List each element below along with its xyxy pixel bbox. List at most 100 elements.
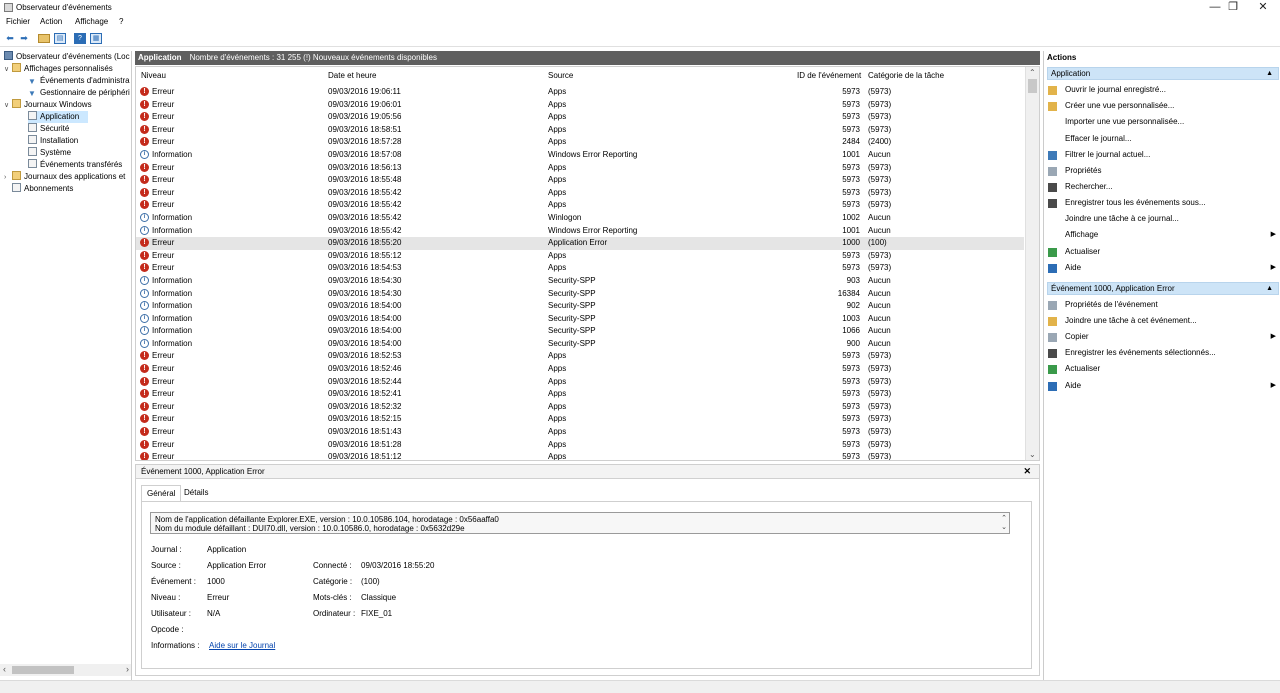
col-source[interactable]: Source <box>548 71 573 80</box>
action-item[interactable]: Filtrer le journal actuel... <box>1048 148 1278 162</box>
help-link[interactable]: Aide sur le Journal <box>209 641 275 650</box>
table-row[interactable]: i Information 09/03/2016 18:54:00 Security-… <box>136 338 1024 351</box>
action-item[interactable]: Joindre une tâche à cet événement... <box>1048 314 1278 328</box>
col-level[interactable]: Niveau <box>141 71 166 80</box>
action-item[interactable]: Aide ▶ <box>1048 261 1278 275</box>
col-event-id[interactable]: ID de l'événement <box>797 71 861 80</box>
table-row[interactable]: ! Erreur 09/03/2016 18:52:44 Apps (5973) 5973 <box>136 376 1024 389</box>
action-item[interactable]: Créer une vue personnalisée... <box>1048 99 1278 113</box>
action-item[interactable]: Joindre une tâche à ce journal... <box>1048 212 1278 226</box>
event-message-box[interactable]: Nom de l'application défaillante Explore… <box>150 512 1010 534</box>
chevron-down-icon[interactable]: ∨ <box>4 100 12 112</box>
scroll-down-icon[interactable]: ⌄ <box>1029 450 1036 459</box>
table-row[interactable]: ! Erreur 09/03/2016 18:58:51 Apps (5973) 5973 <box>136 124 1024 137</box>
menu-help[interactable]: ? <box>119 17 123 26</box>
table-row[interactable]: ! Erreur 09/03/2016 18:51:28 Apps (5973) 5973 <box>136 439 1024 452</box>
menu-fichier[interactable]: Fichier <box>6 17 30 26</box>
col-date[interactable]: Date et heure <box>328 71 376 80</box>
table-row[interactable]: ! Erreur 09/03/2016 19:06:01 Apps (5973) 5973 <box>136 99 1024 112</box>
table-row[interactable]: ! Erreur 09/03/2016 18:55:12 Apps (5973) 5973 <box>136 250 1024 263</box>
close-button[interactable]: ✕ <box>1250 0 1276 15</box>
table-row[interactable]: i Information 09/03/2016 18:54:30 Security-… <box>136 275 1024 288</box>
tree-horizontal-scrollbar[interactable]: ‹ › <box>0 664 131 676</box>
action-item[interactable]: Importer une vue personnalisée... <box>1048 115 1278 129</box>
tree-forwarded[interactable]: Événements transférés <box>28 159 122 171</box>
menu-action[interactable]: Action <box>40 17 62 26</box>
table-row[interactable]: ! Erreur 09/03/2016 18:51:43 Apps (5973) 5973 <box>136 426 1024 439</box>
section-event[interactable]: Événement 1000, Application Error ▲ <box>1047 282 1279 295</box>
col-category[interactable]: Catégorie de la tâche <box>868 71 944 80</box>
chevron-right-icon[interactable]: › <box>4 172 12 184</box>
action-item[interactable]: Propriétés de l'événement <box>1048 298 1278 312</box>
table-row[interactable]: ! Erreur 09/03/2016 18:57:28 Apps (2400) 2484 <box>136 136 1024 149</box>
table-row[interactable]: i Information 09/03/2016 18:55:42 Winlogon A… <box>136 212 1024 225</box>
table-row[interactable]: i Information 09/03/2016 18:54:00 Security-… <box>136 300 1024 313</box>
action-item[interactable]: Affichage ▶ <box>1048 228 1278 242</box>
action-item[interactable]: Actualiser <box>1048 245 1278 259</box>
action-item[interactable]: Rechercher... <box>1048 180 1278 194</box>
scroll-up-icon[interactable]: ⌃ <box>1029 68 1036 77</box>
chevron-down-icon[interactable]: ∨ <box>4 64 12 76</box>
action-item[interactable]: Actualiser <box>1048 362 1278 376</box>
back-arrow-icon[interactable]: ⬅ <box>4 33 16 44</box>
action-item[interactable]: Aide ▶ <box>1048 379 1278 393</box>
list-vertical-scrollbar[interactable]: ⌃ ⌄ <box>1025 67 1039 460</box>
action-item[interactable]: Copier ▶ <box>1048 330 1278 344</box>
tree-application[interactable]: Application <box>28 111 88 123</box>
tree-admin-events[interactable]: ▼ Événements d'administra <box>28 75 130 87</box>
log-icon <box>28 111 37 120</box>
tree-device-manager[interactable]: ▼ Gestionnaire de périphéri <box>28 87 130 99</box>
collapse-icon[interactable]: ▲ <box>1266 283 1273 295</box>
action-pane-icon[interactable]: ▦ <box>90 33 102 44</box>
table-row[interactable]: ! Erreur 09/03/2016 18:52:53 Apps (5973) 5973 <box>136 350 1024 363</box>
table-row[interactable]: ! Erreur 09/03/2016 18:55:48 Apps (5973) 5973 <box>136 174 1024 187</box>
tree-windows-logs[interactable]: ∨ Journaux Windows <box>4 99 92 111</box>
message-scroll-icon[interactable]: ⌃ ⌄ <box>1001 514 1007 532</box>
table-row[interactable]: i Information 09/03/2016 18:54:00 Security-… <box>136 313 1024 326</box>
console-tree-icon[interactable]: ▤ <box>54 33 66 44</box>
scroll-thumb[interactable] <box>1028 79 1037 93</box>
table-row[interactable]: ! Erreur 09/03/2016 19:05:56 Apps (5973) 5973 <box>136 111 1024 124</box>
tab-general[interactable]: Général <box>141 485 182 501</box>
tree-system[interactable]: Système <box>28 147 71 159</box>
maximize-button[interactable]: ❐ <box>1220 0 1246 15</box>
table-row[interactable]: ! Erreur 09/03/2016 19:06:11 Apps (5973) 5973 <box>136 86 1024 99</box>
forward-arrow-icon[interactable]: ➡ <box>18 33 30 44</box>
action-item[interactable]: Enregistrer tous les événements sous... <box>1048 196 1278 210</box>
open-folder-icon[interactable] <box>38 34 50 43</box>
table-row[interactable]: i Information 09/03/2016 18:57:08 Windows E… <box>136 149 1024 162</box>
table-row[interactable]: ! Erreur 09/03/2016 18:52:32 Apps (5973) 5973 <box>136 401 1024 414</box>
tree-app-logs[interactable]: › Journaux des applications et <box>4 171 125 183</box>
tree-subscriptions[interactable]: Abonnements <box>12 183 73 195</box>
tree-setup[interactable]: Installation <box>28 135 78 147</box>
table-row[interactable]: ! Erreur 09/03/2016 18:56:13 Apps (5973) 5973 <box>136 162 1024 175</box>
help-icon[interactable]: ? <box>74 33 86 44</box>
table-row[interactable]: ! Erreur 09/03/2016 18:51:12 Apps (5973) 5973 <box>136 451 1024 460</box>
table-row[interactable]: ! Erreur 09/03/2016 18:52:15 Apps (5973) 5973 <box>136 413 1024 426</box>
tree-custom-views[interactable]: ∨ Affichages personnalisés <box>4 63 113 75</box>
scroll-right-icon[interactable]: › <box>126 664 129 674</box>
table-row[interactable]: i Information 09/03/2016 18:54:00 Security-… <box>136 325 1024 338</box>
table-row[interactable]: i Information 09/03/2016 18:55:42 Windows E… <box>136 225 1024 238</box>
table-row[interactable]: ! Erreur 09/03/2016 18:55:42 Apps (5973) 5973 <box>136 187 1024 200</box>
scroll-left-icon[interactable]: ‹ <box>3 664 6 674</box>
table-row[interactable]: ! Erreur 09/03/2016 18:52:46 Apps (5973) 5973 <box>136 363 1024 376</box>
collapse-icon[interactable]: ▲ <box>1266 68 1273 80</box>
action-item[interactable]: Propriétés <box>1048 164 1278 178</box>
action-item[interactable]: Ouvrir le journal enregistré... <box>1048 83 1278 97</box>
table-row[interactable]: ! Erreur 09/03/2016 18:55:20 Application Er… <box>136 237 1024 250</box>
section-application[interactable]: Application ▲ <box>1047 67 1279 80</box>
tree-root[interactable]: Observateur d'événements (Loc <box>4 51 130 63</box>
table-row[interactable]: ! Erreur 09/03/2016 18:52:41 Apps (5973) 5973 <box>136 388 1024 401</box>
menu-affichage[interactable]: Affichage <box>75 17 108 26</box>
table-row[interactable]: i Information 09/03/2016 18:54:30 Security-… <box>136 288 1024 301</box>
scroll-thumb[interactable] <box>12 666 74 674</box>
table-row[interactable]: ! Erreur 09/03/2016 18:55:42 Apps (5973) 5973 <box>136 199 1024 212</box>
tab-details[interactable]: Détails <box>179 485 213 501</box>
table-row[interactable]: ! Erreur 09/03/2016 18:54:53 Apps (5973) 5973 <box>136 262 1024 275</box>
close-icon[interactable]: ✕ <box>1023 466 1031 477</box>
cell-category: (100) <box>868 238 887 248</box>
action-item[interactable]: Enregistrer les événements sélectionnés.… <box>1048 346 1278 360</box>
tree-security[interactable]: Sécurité <box>28 123 69 135</box>
action-item[interactable]: Effacer le journal... <box>1048 132 1278 146</box>
